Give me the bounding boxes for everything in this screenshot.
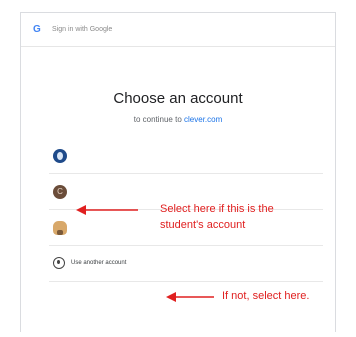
dialog-header: G Sign in with Google: [21, 13, 335, 47]
use-another-account-row[interactable]: Use another account: [49, 246, 323, 282]
annotation-if-not: If not, select here.: [222, 290, 310, 302]
account-avatar-1: [53, 149, 67, 163]
account-avatar-3: [53, 221, 67, 235]
page-title: Choose an account: [113, 90, 243, 107]
account-chooser-dialog: G Sign in with Google Choose an account …: [20, 12, 336, 332]
header-title: Sign in with Google: [52, 26, 113, 33]
google-logo-icon: G: [33, 24, 41, 35]
account-avatar-2: C: [53, 185, 67, 199]
arrow-left-icon: [166, 292, 214, 302]
subtitle-prefix: to continue to: [133, 115, 182, 124]
account-row-1[interactable]: [49, 138, 323, 174]
clever-link[interactable]: clever.com: [184, 115, 222, 124]
annotation-select-line1: Select here if this is the: [160, 203, 274, 215]
use-another-account-label: Use another account: [71, 260, 127, 266]
subtitle: to continue to clever.com: [21, 115, 335, 124]
person-circle-icon: [53, 257, 65, 269]
annotation-select-line2: student's account: [160, 219, 246, 231]
arrow-left-icon: [76, 205, 138, 215]
